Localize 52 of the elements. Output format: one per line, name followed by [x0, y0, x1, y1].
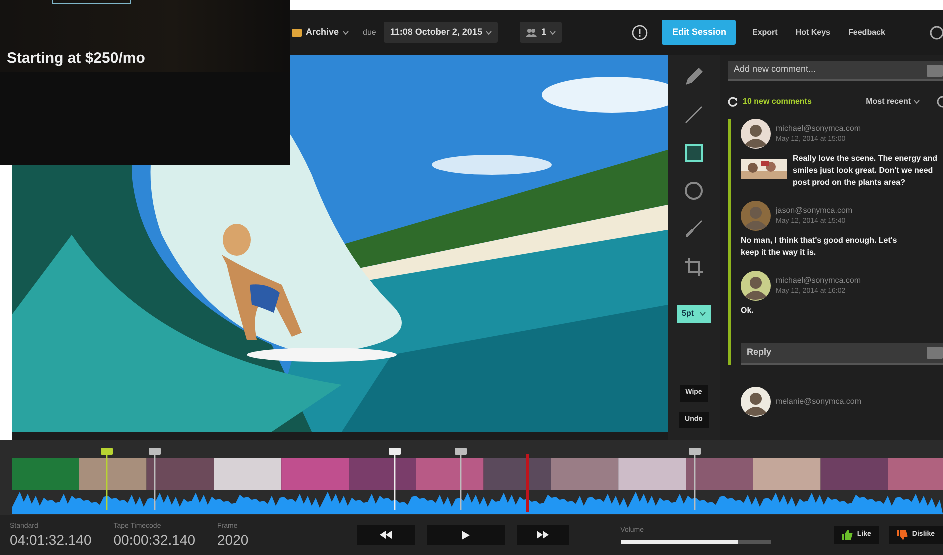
- caret-icon: [343, 30, 350, 34]
- timeline-marker[interactable]: [455, 448, 467, 510]
- timeline-marker[interactable]: [101, 448, 113, 510]
- caret-icon: [700, 312, 706, 316]
- timeline-marker[interactable]: [389, 448, 401, 510]
- avatar: [741, 387, 771, 417]
- comment-author: jason@sonymca.com: [776, 204, 853, 217]
- rewind-button[interactable]: [356, 525, 415, 545]
- thumbs-up-icon: [842, 530, 854, 540]
- due-date-dropdown[interactable]: 11:08 October 2, 2015: [384, 22, 498, 44]
- timeline-marker[interactable]: [689, 448, 701, 510]
- thumbs-down-icon: [897, 530, 908, 540]
- promo-price: Starting at $250/mo: [7, 49, 146, 69]
- circle-tool-icon[interactable]: [682, 179, 706, 203]
- viewers-dropdown[interactable]: 1: [520, 22, 562, 44]
- new-comments-count[interactable]: 10 new comments: [743, 96, 812, 108]
- fast-forward-icon: [536, 531, 549, 539]
- toolbar-link[interactable]: Export: [752, 26, 778, 38]
- caret-icon: [486, 30, 492, 34]
- people-icon: [526, 28, 538, 36]
- forward-button[interactable]: [516, 525, 569, 545]
- avatar: [741, 119, 771, 149]
- readout-value: 04:01:32.140: [10, 532, 92, 548]
- comment-text: Ok.: [741, 305, 754, 317]
- rewind-icon: [380, 531, 392, 539]
- avatar: [741, 201, 771, 231]
- rectangle-tool-icon[interactable]: [682, 141, 706, 165]
- avatar: [741, 271, 771, 301]
- project-dropdown[interactable]: Archive: [286, 22, 356, 44]
- refresh-icon[interactable]: [728, 97, 738, 107]
- comment-field[interactable]: Add new comment...: [728, 61, 943, 81]
- timeline-marker[interactable]: [149, 448, 161, 510]
- comment-author: michael@sonymca.com: [776, 122, 862, 135]
- play-icon: [462, 530, 470, 540]
- comment-author: melanie@sonymca.com: [776, 396, 862, 408]
- sort-dropdown[interactable]: Most recent: [860, 95, 926, 109]
- comment-author: michael@sonymca.com: [776, 274, 862, 287]
- caret-icon: [550, 30, 556, 34]
- due-label: due: [363, 26, 376, 38]
- toolbar-link[interactable]: Feedback: [848, 26, 886, 38]
- comment-text: Really love the scene. The energy and smiles just look great. Don't we need post prod on the plants area?: [793, 153, 938, 189]
- reply-field[interactable]: Reply: [741, 343, 943, 365]
- info-icon[interactable]: [632, 24, 648, 40]
- caret-icon: [914, 100, 920, 104]
- toolbar-link[interactable]: Hot Keys: [796, 26, 831, 38]
- crop-tool-icon[interactable]: [682, 255, 706, 279]
- comment-text: No man, I think that's good enough. Let's keep it the way it is.: [741, 235, 898, 259]
- stroke-size-dropdown[interactable]: 5pt: [677, 305, 711, 323]
- readout-value: 00:00:32.140: [114, 532, 196, 548]
- play-button[interactable]: [426, 525, 505, 545]
- volume-slider[interactable]: [620, 540, 771, 544]
- readout-value: 2020: [218, 532, 249, 548]
